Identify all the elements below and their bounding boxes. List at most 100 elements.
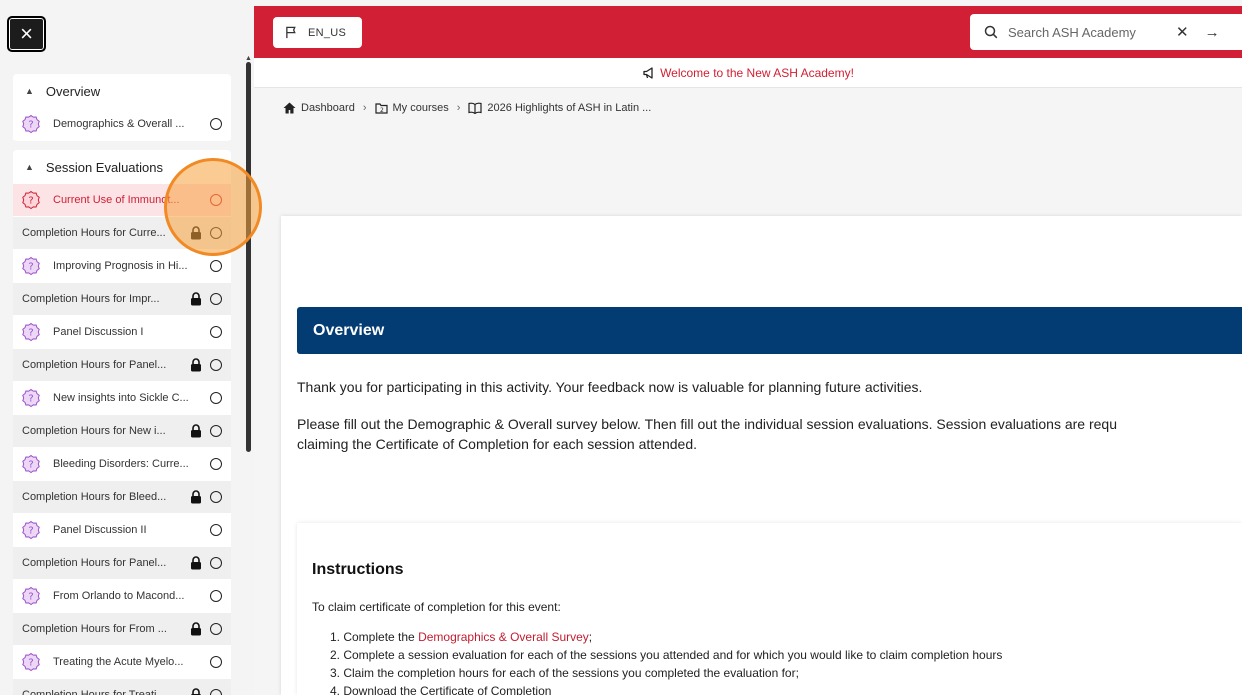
close-sidebar-button[interactable]: × — [7, 16, 46, 52]
item-label: Demographics & Overall ... — [53, 118, 185, 130]
completion-hours-item[interactable]: Completion Hours for New i... — [13, 415, 231, 447]
completion-status-icon[interactable] — [210, 491, 222, 503]
session-evaluations-title: Session Evaluations — [45, 159, 163, 175]
lock-icon — [191, 490, 201, 504]
collapse-triangle-icon: ▲ — [25, 86, 34, 96]
completion-status-icon[interactable] — [210, 623, 222, 635]
language-button[interactable]: EN_US — [273, 17, 362, 48]
survey-item[interactable]: ? Current Use of Immunot... — [13, 184, 231, 216]
top-navbar: EN_US ✕ → — [254, 6, 1242, 58]
search-icon — [984, 25, 998, 39]
lock-icon — [191, 556, 201, 570]
item-label: Completion Hours for Panel... — [22, 359, 167, 371]
survey-item[interactable]: ? Treating the Acute Myelo... — [13, 646, 231, 678]
completion-status-icon[interactable] — [210, 458, 222, 470]
completion-hours-item[interactable]: Completion Hours for Panel... — [13, 349, 231, 381]
completion-hours-item[interactable]: Completion Hours for Impr... — [13, 283, 231, 315]
survey-item[interactable]: ? Demographics & Overall ... — [13, 108, 231, 140]
quiz-icon: ? — [22, 454, 40, 474]
svg-text:?: ? — [28, 460, 33, 471]
demographics-survey-link[interactable]: Demographics & Overall Survey — [418, 630, 589, 644]
overview-section: ▲ Overview ? Demographics & Overall ... — [13, 74, 231, 141]
svg-text:?: ? — [28, 120, 33, 131]
breadcrumb: Dashboard › 2 My courses › 2026 Highligh… — [283, 102, 651, 114]
quiz-icon: ? — [22, 322, 40, 342]
svg-text:?: ? — [28, 526, 33, 537]
completion-status-icon[interactable] — [210, 590, 222, 602]
item-label: From Orlando to Macond... — [53, 590, 185, 602]
lock-icon — [191, 622, 201, 636]
completion-status-icon[interactable] — [210, 689, 222, 695]
lock-icon — [191, 226, 201, 240]
quiz-icon: ? — [22, 388, 40, 408]
survey-item[interactable]: ? Bleeding Disorders: Curre... — [13, 448, 231, 480]
announcement-banner: Welcome to the New ASH Academy! — [254, 58, 1242, 88]
item-label: Completion Hours for Impr... — [22, 293, 160, 305]
item-label: Completion Hours for Curre... — [22, 227, 166, 239]
breadcrumb-my-courses[interactable]: My courses — [393, 102, 449, 114]
instructions-list: 1. Complete the Demographics & Overall S… — [330, 628, 1002, 695]
quiz-icon: ? — [22, 256, 40, 276]
survey-item[interactable]: ? New insights into Sickle C... — [13, 382, 231, 414]
completion-hours-item[interactable]: Completion Hours for Bleed... — [13, 481, 231, 513]
sidebar-scrollbar[interactable] — [246, 62, 251, 452]
search-submit-icon[interactable]: → — [1205, 24, 1220, 41]
breadcrumb-dashboard[interactable]: Dashboard — [301, 102, 355, 114]
scroll-up-icon[interactable]: ▲ — [245, 55, 252, 62]
flag-icon — [286, 26, 296, 39]
breadcrumb-separator: › — [362, 102, 367, 114]
completion-status-icon[interactable] — [210, 260, 222, 272]
completion-status-icon[interactable] — [210, 227, 222, 239]
completion-status-icon[interactable] — [210, 194, 222, 206]
overview-section-header[interactable]: ▲ Overview — [13, 74, 231, 108]
courses-folder-icon: 2 — [374, 103, 388, 114]
svg-text:?: ? — [28, 658, 33, 669]
overview-section-title: Overview — [45, 83, 101, 99]
completion-status-icon[interactable] — [210, 293, 222, 305]
item-label: New insights into Sickle C... — [53, 392, 189, 404]
item-label: Improving Prognosis in Hi... — [53, 260, 188, 272]
completion-status-icon[interactable] — [210, 326, 222, 338]
survey-item[interactable]: ? Panel Discussion II — [13, 514, 231, 546]
completion-status-icon[interactable] — [210, 359, 222, 371]
svg-text:?: ? — [28, 328, 33, 339]
search-input[interactable] — [1008, 24, 1158, 40]
completion-hours-item[interactable]: Completion Hours for Panel... — [13, 547, 231, 579]
item-label: Treating the Acute Myelo... — [53, 656, 184, 668]
item-label: Completion Hours for Treati... — [22, 689, 166, 695]
banner-text: Welcome to the New ASH Academy! — [660, 65, 854, 80]
completion-status-icon[interactable] — [210, 118, 222, 130]
survey-item[interactable]: ? From Orlando to Macond... — [13, 580, 231, 612]
quiz-icon: ? — [22, 520, 40, 540]
completion-hours-item[interactable]: Completion Hours for From ... — [13, 613, 231, 645]
session-evaluations-header[interactable]: ▲ Session Evaluations — [13, 150, 231, 184]
completion-status-icon[interactable] — [210, 524, 222, 536]
completion-status-icon[interactable] — [210, 392, 222, 404]
instructions-title: Instructions — [312, 561, 404, 578]
completion-hours-item[interactable]: Completion Hours for Curre... — [13, 217, 231, 249]
collapse-triangle-icon: ▲ — [25, 162, 34, 172]
item-label: Completion Hours for From ... — [22, 623, 167, 635]
instructions-intro: To claim certificate of completion for t… — [312, 600, 561, 614]
quiz-icon: ? — [22, 586, 40, 606]
instructions-paragraph-line2: claiming the Certificate of Completion f… — [297, 436, 697, 452]
item-label: Panel Discussion II — [53, 524, 147, 536]
breadcrumb-course[interactable]: 2026 Highlights of ASH in Latin ... — [487, 102, 651, 114]
completion-status-icon[interactable] — [210, 425, 222, 437]
book-icon — [468, 102, 483, 114]
quiz-icon: ? — [22, 190, 40, 210]
breadcrumb-separator: › — [456, 102, 461, 114]
completion-status-icon[interactable] — [210, 557, 222, 569]
svg-text:?: ? — [28, 262, 33, 273]
completion-status-icon[interactable] — [210, 656, 222, 668]
lock-icon — [191, 358, 201, 372]
close-icon: × — [20, 21, 33, 46]
completion-hours-item[interactable]: Completion Hours for Treati... — [13, 679, 231, 695]
language-label: EN_US — [308, 26, 347, 39]
lock-icon — [191, 688, 201, 695]
session-evaluations-section: ▲ Session Evaluations ? Current Use of Im… — [13, 150, 231, 695]
survey-item[interactable]: ? Improving Prognosis in Hi... — [13, 250, 231, 282]
survey-item[interactable]: ? Panel Discussion I — [13, 316, 231, 348]
clear-search-icon[interactable]: ✕ — [1176, 23, 1189, 41]
search-box: ✕ → — [970, 14, 1242, 50]
